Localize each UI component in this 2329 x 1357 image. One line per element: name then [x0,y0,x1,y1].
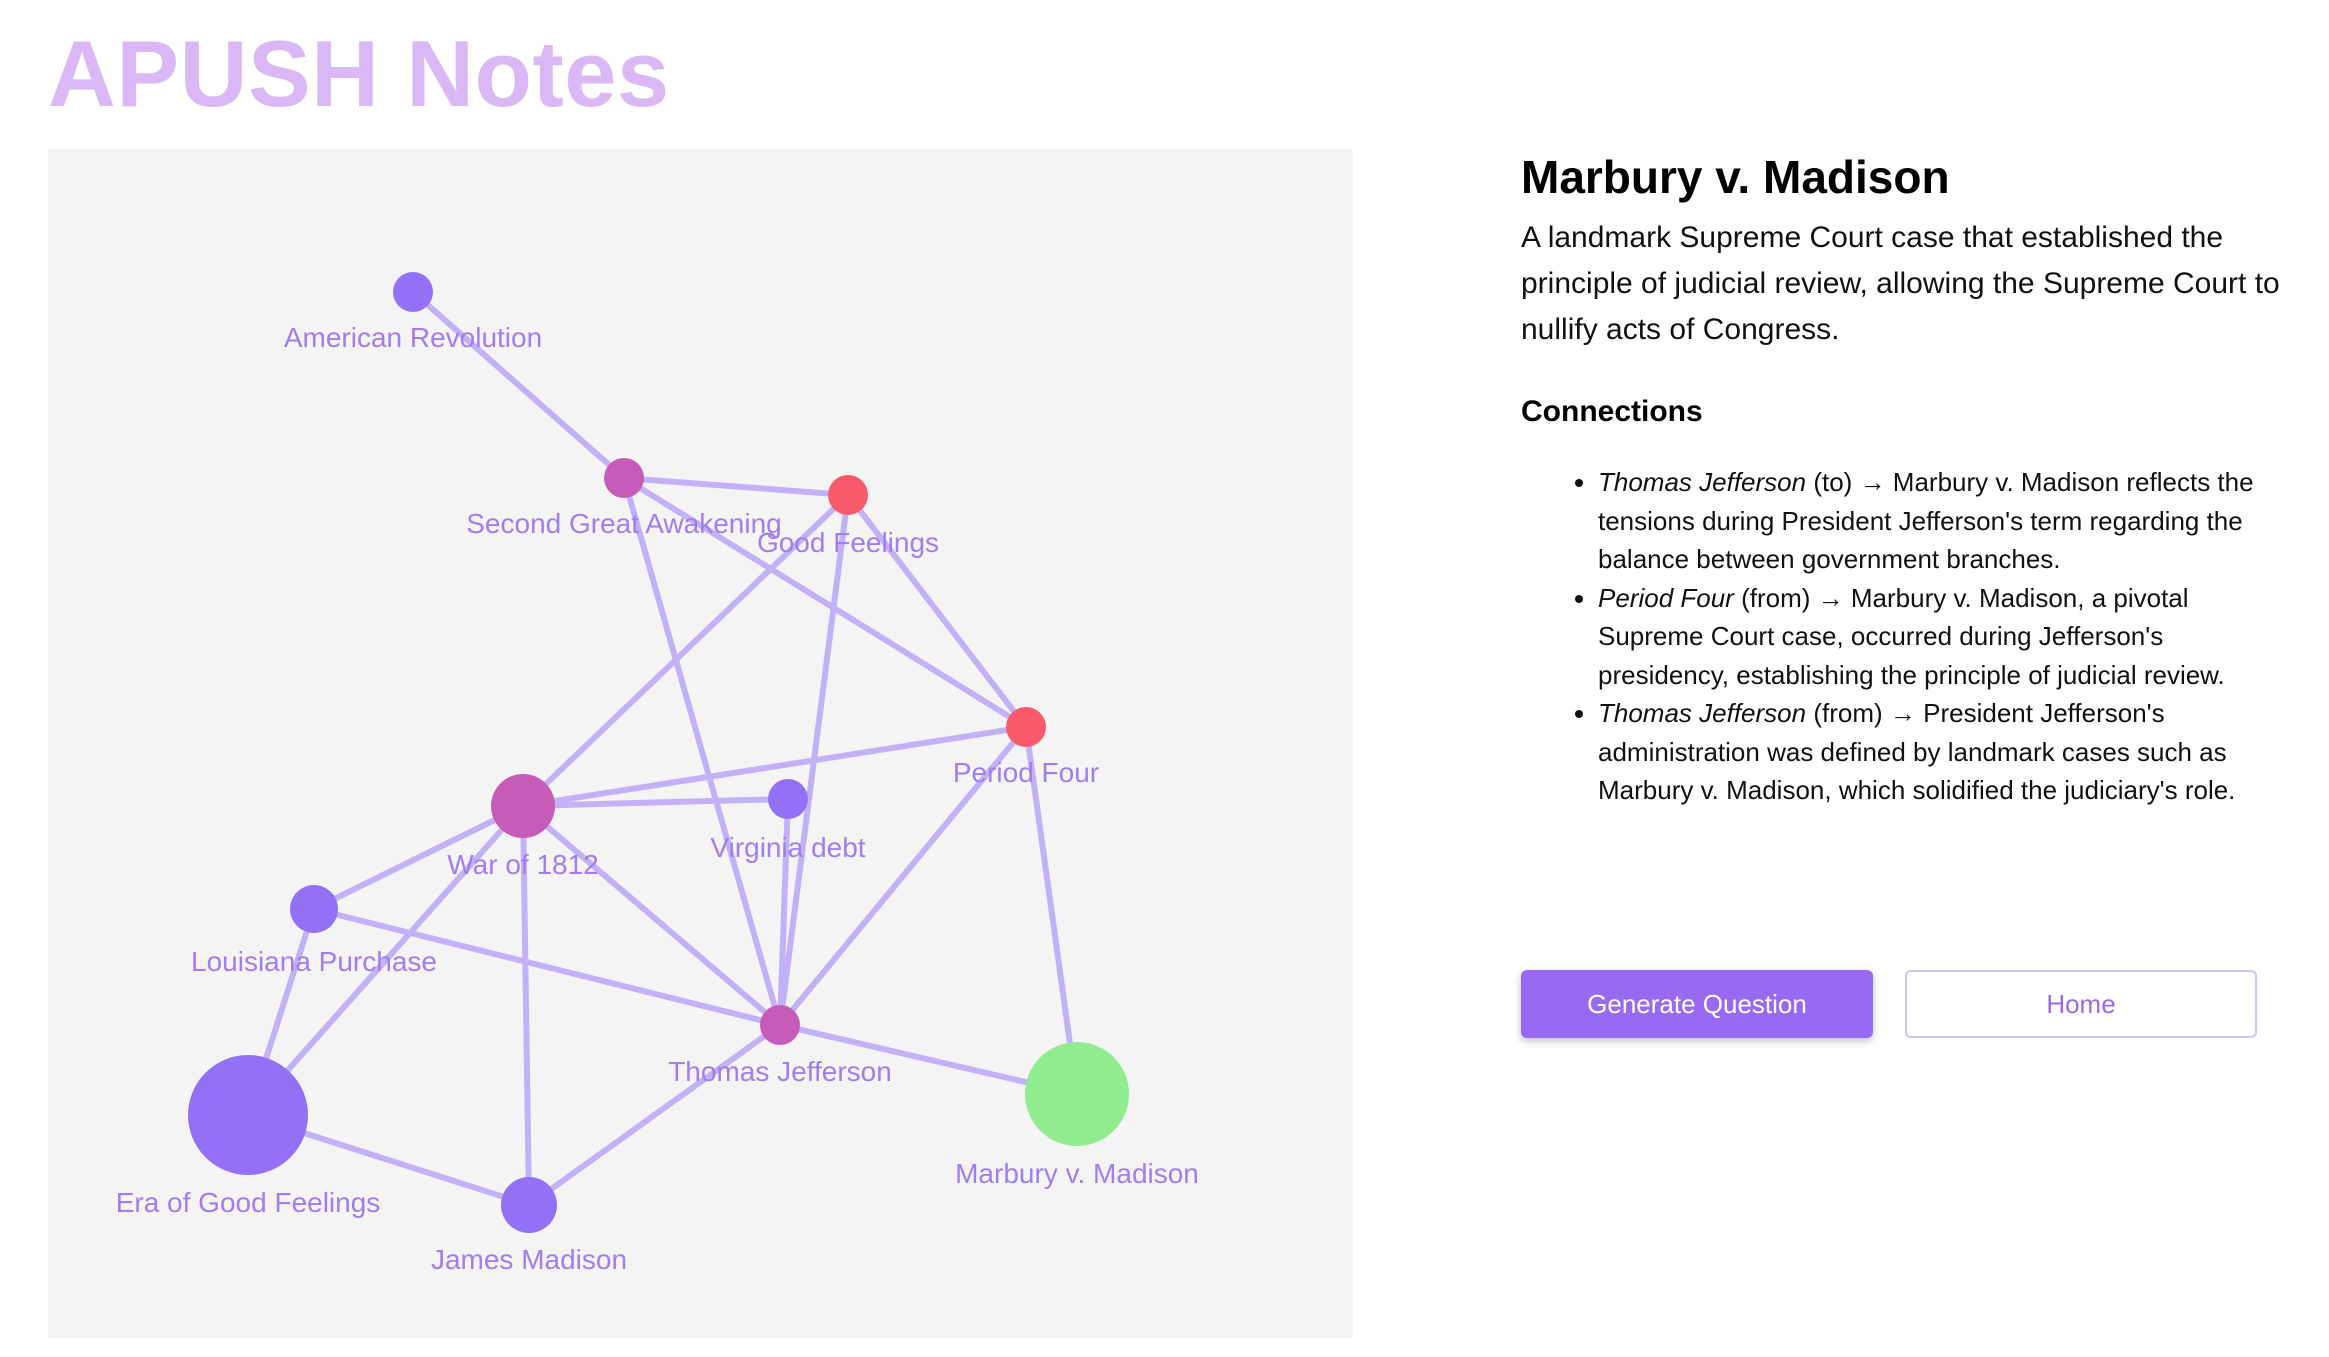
graph-node-label-good-feelings: Good Feelings [757,527,939,558]
arrow-icon: → [1889,698,1916,729]
graph-nodes [188,272,1129,1233]
graph-node-label-period-four: Period Four [953,757,1099,788]
graph-node-period-four[interactable] [1006,707,1046,747]
connections-list: Thomas Jefferson (to) → Marbury v. Madis… [1521,463,2281,810]
graph-edge-american-revolution-second-great-awakening [410,289,627,481]
connection-name: Thomas Jefferson [1598,467,1807,498]
arrow-icon: → [1859,467,1886,498]
graph-node-era-of-good-feelings[interactable] [188,1055,308,1175]
graph-node-label-marbury-v-madison: Marbury v. Madison [955,1158,1199,1189]
graph-node-american-revolution[interactable] [393,272,433,312]
knowledge-graph[interactable]: American Revolution Second Great Awakenin… [48,149,1353,1338]
connection-item: Thomas Jefferson (to) → Marbury v. Madis… [1598,463,2281,579]
connection-name: Thomas Jefferson [1598,698,1807,729]
graph-node-label-thomas-jefferson: Thomas Jefferson [668,1056,892,1087]
detail-panel: Marbury v. Madison A landmark Supreme Co… [1521,150,2281,810]
detail-title: Marbury v. Madison [1521,151,1950,203]
knowledge-graph-canvas[interactable]: American Revolution Second Great Awakenin… [48,149,1353,1338]
graph-node-marbury-v-madison[interactable] [1025,1042,1129,1146]
connection-direction: (from) [1741,582,1811,613]
action-buttons: Generate Question Home [1521,970,2257,1038]
home-button[interactable]: Home [1905,970,2257,1038]
graph-edge-second-great-awakening-good-feelings [621,475,851,498]
graph-node-label-war-of-1812: War of 1812 [447,849,598,880]
detail-description: A landmark Supreme Court case that estab… [1521,221,2280,347]
graph-node-label-american-revolution: American Revolution [284,322,542,353]
app-title: APUSH Notes [48,21,670,126]
generate-question-button[interactable]: Generate Question [1521,970,1873,1038]
graph-node-james-madison[interactable] [501,1177,557,1233]
graph-node-thomas-jefferson[interactable] [760,1005,800,1045]
connection-item: Thomas Jefferson (from) → President Jeff… [1598,694,2281,810]
connection-direction: (to) [1813,467,1853,498]
connection-direction: (from) [1813,698,1883,729]
graph-node-louisiana-purchase[interactable] [290,885,338,933]
graph-node-label-louisiana-purchase: Louisiana Purchase [191,946,437,977]
graph-node-war-of-1812[interactable] [491,774,555,838]
graph-node-good-feelings[interactable] [828,475,868,515]
connections-heading: Connections [1521,395,1703,429]
graph-node-virginia-debt[interactable] [768,779,808,819]
graph-edge-thomas-jefferson-james-madison [526,1022,783,1208]
graph-node-label-era-of-good-feelings: Era of Good Feelings [116,1187,381,1218]
graph-node-label-second-great-awakening: Second Great Awakening [466,508,781,539]
arrow-icon: → [1817,582,1844,613]
graph-node-second-great-awakening[interactable] [604,458,644,498]
graph-node-label-virginia-debt: Virginia debt [710,832,865,863]
graph-node-label-james-madison: James Madison [431,1244,627,1275]
connection-item: Period Four (from) → Marbury v. Madison,… [1598,579,2281,695]
graph-edges [245,289,1080,1208]
connection-name: Period Four [1598,582,1734,613]
